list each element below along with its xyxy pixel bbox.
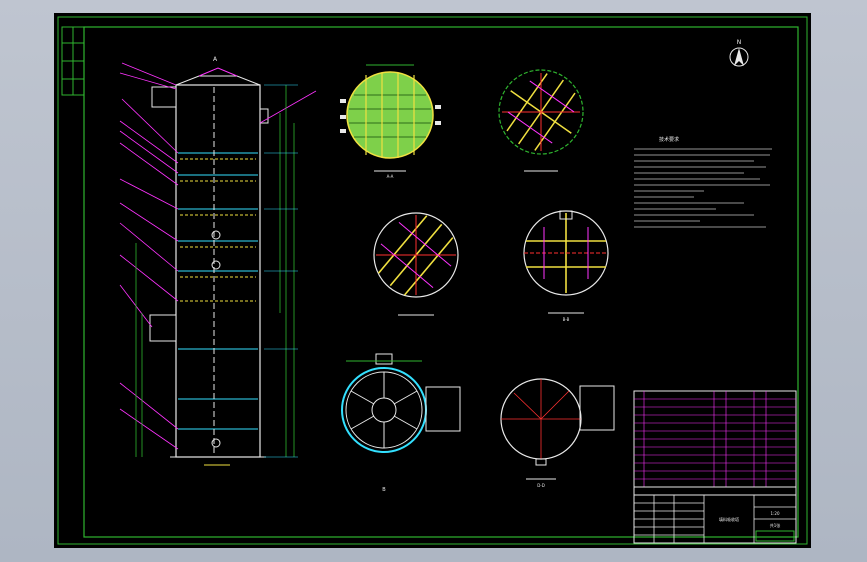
column-elevation: A: [119, 56, 317, 466]
plan-a-label: A-A: [387, 174, 394, 179]
title-block: 填料吸收塔 1:20 共1张: [633, 390, 797, 544]
north-label: N: [737, 39, 742, 46]
plan-f-label: D-D: [537, 483, 545, 488]
tech-req-title: 技术要求: [659, 136, 679, 143]
inner-border: [83, 26, 799, 538]
drawing-title: 填料吸收塔: [719, 516, 739, 522]
plan-d-distributor: B-B: [523, 210, 609, 322]
drawing-sheet-count: 共1张: [770, 522, 781, 528]
plan-e-support: B: [341, 353, 461, 493]
drawing-scale: 1:20: [771, 511, 780, 516]
plan-a-grid: A-A: [340, 64, 441, 179]
plan-e-label: B: [382, 487, 386, 493]
drawing-sheet[interactable]: A A-A B-B B D-D N 技术要求 填料吸收塔 1:20 共1张: [54, 13, 811, 548]
cad-viewport[interactable]: A A-A B-B B D-D N 技术要求 填料吸收塔 1:20 共1张: [0, 0, 867, 562]
plan-b-lattice: [498, 69, 584, 172]
plan-c-lattice: [373, 212, 459, 316]
plan-f-bottom: D-D: [500, 378, 615, 488]
tech-requirements: 技术要求: [634, 136, 772, 228]
north-arrow: N: [729, 39, 749, 67]
drawing-canvas: A A-A B-B B D-D N 技术要求 填料吸收塔 1:20 共1张: [57, 16, 808, 545]
plan-d-label: B-B: [563, 317, 570, 322]
column-label: A: [213, 56, 218, 63]
